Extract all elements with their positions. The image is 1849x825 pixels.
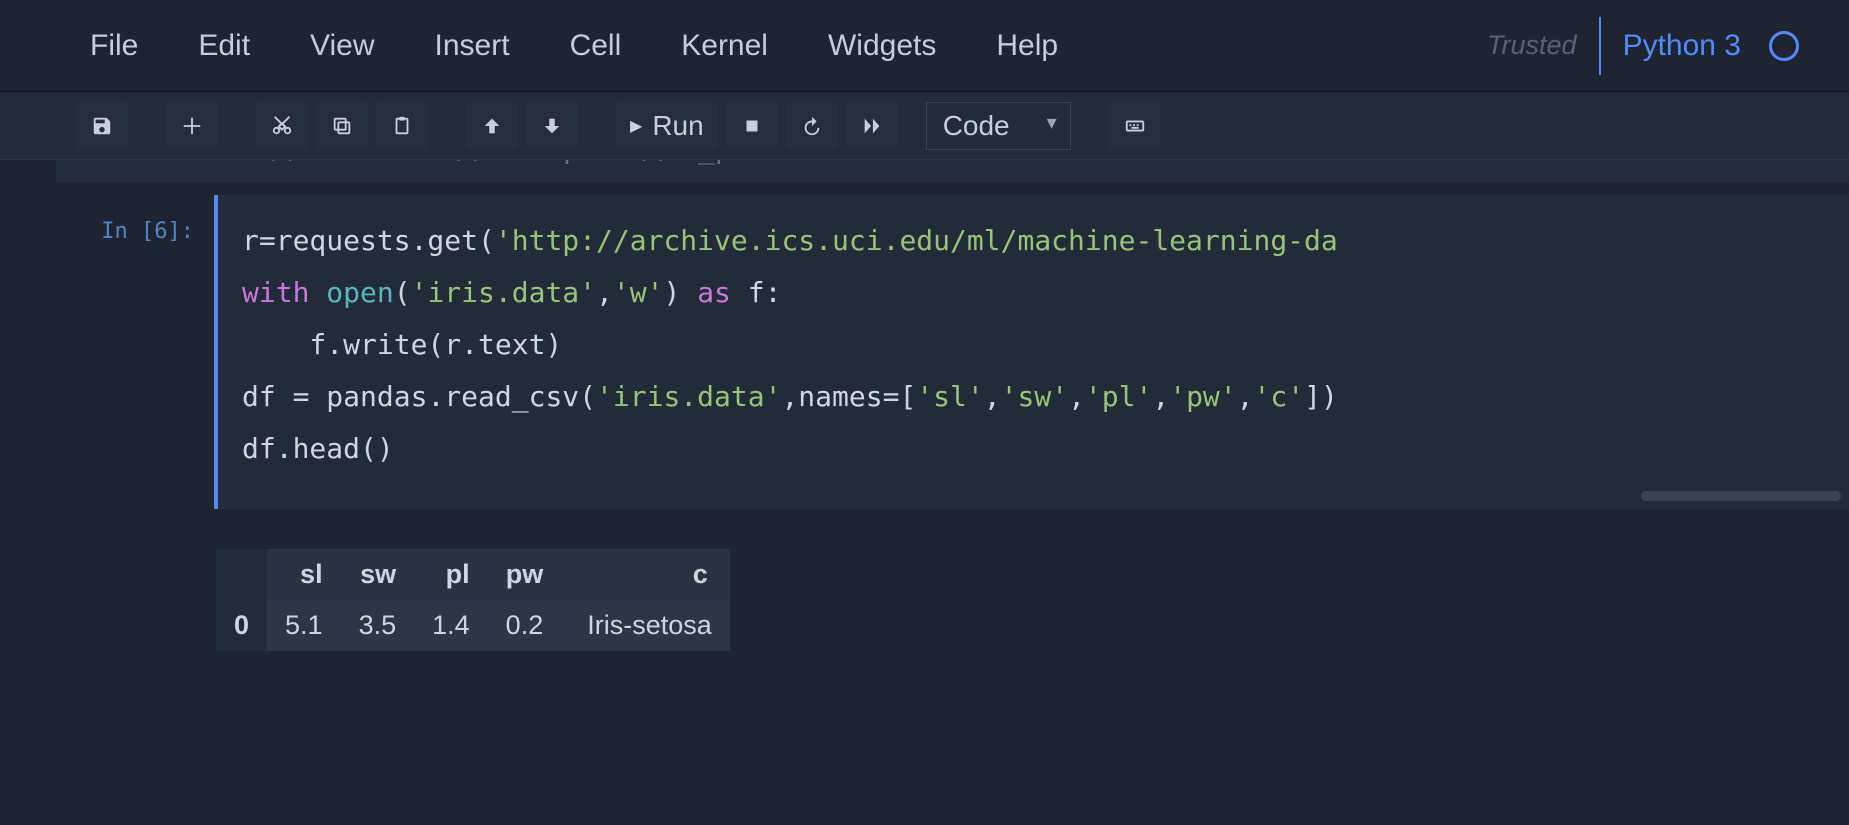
play-icon: ▶	[630, 116, 642, 136]
interrupt-button[interactable]	[726, 102, 778, 150]
menu-file[interactable]: File	[60, 29, 168, 63]
table-header: c	[561, 549, 730, 600]
menu-view[interactable]: View	[280, 29, 404, 63]
separator	[1599, 17, 1601, 75]
menubar: File Edit View Insert Cell Kernel Widget…	[0, 0, 1849, 92]
notebook-area[interactable]: F:\\AnaConda3\\Workspace\\ml_practice In…	[0, 160, 1849, 825]
run-button[interactable]: ▶ Run	[616, 102, 718, 150]
table-header-row: sl sw pl pw c	[216, 549, 730, 600]
cell-value: 1.4	[414, 600, 488, 651]
menu-cell[interactable]: Cell	[540, 29, 652, 63]
output-area: sl sw pl pw c 0 5.1 3.5 1.4 0.2 Iris-set…	[56, 509, 1849, 651]
move-up-button[interactable]	[466, 102, 518, 150]
restart-run-all-button[interactable]	[846, 102, 898, 150]
toolbar: ▶ Run Code	[0, 92, 1849, 160]
menu-edit[interactable]: Edit	[168, 29, 280, 63]
table-header: sw	[341, 549, 415, 600]
command-palette-button[interactable]	[1109, 102, 1161, 150]
save-button[interactable]	[76, 102, 128, 150]
move-down-button[interactable]	[526, 102, 578, 150]
cell-value: 0.2	[488, 600, 562, 651]
restart-button[interactable]	[786, 102, 838, 150]
kernel-status-icon[interactable]	[1769, 31, 1799, 61]
table-header: sl	[267, 549, 341, 600]
input-prompt: In [6]:	[56, 195, 214, 509]
menu-help[interactable]: Help	[966, 29, 1088, 63]
code-input-area[interactable]: r=requests.get('http://archive.ics.uci.e…	[214, 195, 1849, 509]
add-cell-button[interactable]	[166, 102, 218, 150]
kernel-name[interactable]: Python 3	[1623, 29, 1741, 63]
menu-widgets[interactable]: Widgets	[798, 29, 966, 63]
row-index: 0	[216, 600, 267, 651]
table-row: 0 5.1 3.5 1.4 0.2 Iris-setosa	[216, 600, 730, 651]
table-header	[216, 549, 267, 600]
table-header: pl	[414, 549, 488, 600]
code-cell[interactable]: In [6]: r=requests.get('http://archive.i…	[56, 195, 1849, 509]
menu-insert[interactable]: Insert	[405, 29, 540, 63]
table-header: pw	[488, 549, 562, 600]
horizontal-scrollbar[interactable]	[226, 491, 1841, 503]
previous-output-text: F:\\AnaConda3\\Workspace\\ml_practice	[56, 160, 1849, 165]
trusted-indicator[interactable]: Trusted	[1487, 30, 1577, 61]
copy-button[interactable]	[316, 102, 368, 150]
cell-type-select[interactable]: Code	[926, 102, 1071, 150]
cell-value: 5.1	[267, 600, 341, 651]
run-label: Run	[652, 110, 703, 142]
cut-button[interactable]	[256, 102, 308, 150]
cell-value: 3.5	[341, 600, 415, 651]
menu-kernel[interactable]: Kernel	[651, 29, 798, 63]
scrollbar-thumb[interactable]	[1641, 491, 1841, 501]
paste-button[interactable]	[376, 102, 428, 150]
code-content[interactable]: r=requests.get('http://archive.ics.uci.e…	[242, 215, 1825, 475]
cell-value: Iris-setosa	[561, 600, 730, 651]
dataframe-table: sl sw pl pw c 0 5.1 3.5 1.4 0.2 Iris-set…	[216, 549, 730, 651]
previous-cell-output: F:\\AnaConda3\\Workspace\\ml_practice	[56, 160, 1849, 183]
